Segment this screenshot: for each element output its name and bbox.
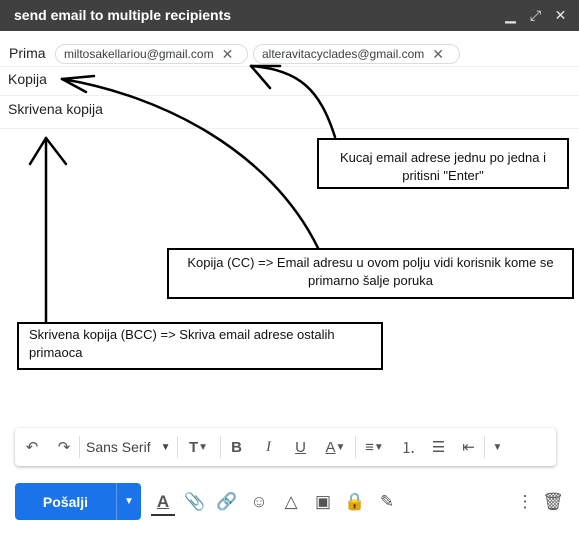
align-icon[interactable]: ≡ ▼ — [356, 428, 394, 466]
formatting-toolbar: ↶ ↷ Sans Serif ▼ T ▼ B I U A ▼ ≡ ▼ ⒈ ☰ ⇤ ▼ — [15, 428, 556, 466]
formatting-icon[interactable]: A — [151, 490, 175, 516]
font-name: Sans Serif — [86, 439, 151, 455]
numbered-list-icon[interactable]: ⒈ — [394, 428, 424, 466]
signature-icon[interactable]: ✎ — [375, 490, 399, 514]
text-size-icon[interactable]: T ▼ — [178, 428, 220, 466]
photo-icon[interactable]: ▣ — [311, 490, 335, 514]
arrow-to-cc — [60, 77, 320, 250]
link-icon[interactable]: 🔗 — [215, 490, 239, 514]
more-formatting-icon[interactable]: ▼ — [485, 428, 511, 466]
chevron-down-icon: ▼ — [160, 441, 171, 453]
enter-note: Kucaj email adrese jednu po jedna i prit… — [317, 138, 569, 189]
confidential-icon[interactable]: 🔒 — [343, 490, 367, 514]
text-color-icon[interactable]: A ▼ — [317, 428, 355, 466]
cc-note: Kopija (CC) => Email adresu u ovom polju… — [167, 248, 574, 299]
schedule-send-icon[interactable]: ▼ — [117, 483, 141, 520]
font-select[interactable]: Sans Serif ▼ — [80, 428, 177, 466]
bulleted-list-icon[interactable]: ☰ — [424, 428, 454, 466]
emoji-icon[interactable]: ☺ — [247, 490, 271, 514]
drive-icon[interactable]: △ — [279, 490, 303, 514]
undo-icon[interactable]: ↶ — [15, 428, 49, 466]
delete-icon[interactable]: 🗑 — [541, 490, 565, 514]
redo-icon[interactable]: ↷ — [49, 428, 79, 466]
bold-icon[interactable]: B — [221, 428, 253, 466]
arrow-to-chips — [249, 64, 337, 139]
indent-less-icon[interactable]: ⇤ — [454, 428, 484, 466]
more-options-icon[interactable]: ⋮ — [513, 490, 537, 514]
send-button-group: Pošalji ▼ — [15, 483, 141, 520]
italic-icon[interactable]: I — [253, 428, 285, 466]
attach-icon[interactable]: 📎 — [183, 490, 207, 514]
send-button[interactable]: Pošalji — [15, 483, 116, 520]
underline-icon[interactable]: U — [285, 428, 317, 466]
bcc-note: Skrivena kopija (BCC) => Skriva email ad… — [17, 322, 383, 370]
